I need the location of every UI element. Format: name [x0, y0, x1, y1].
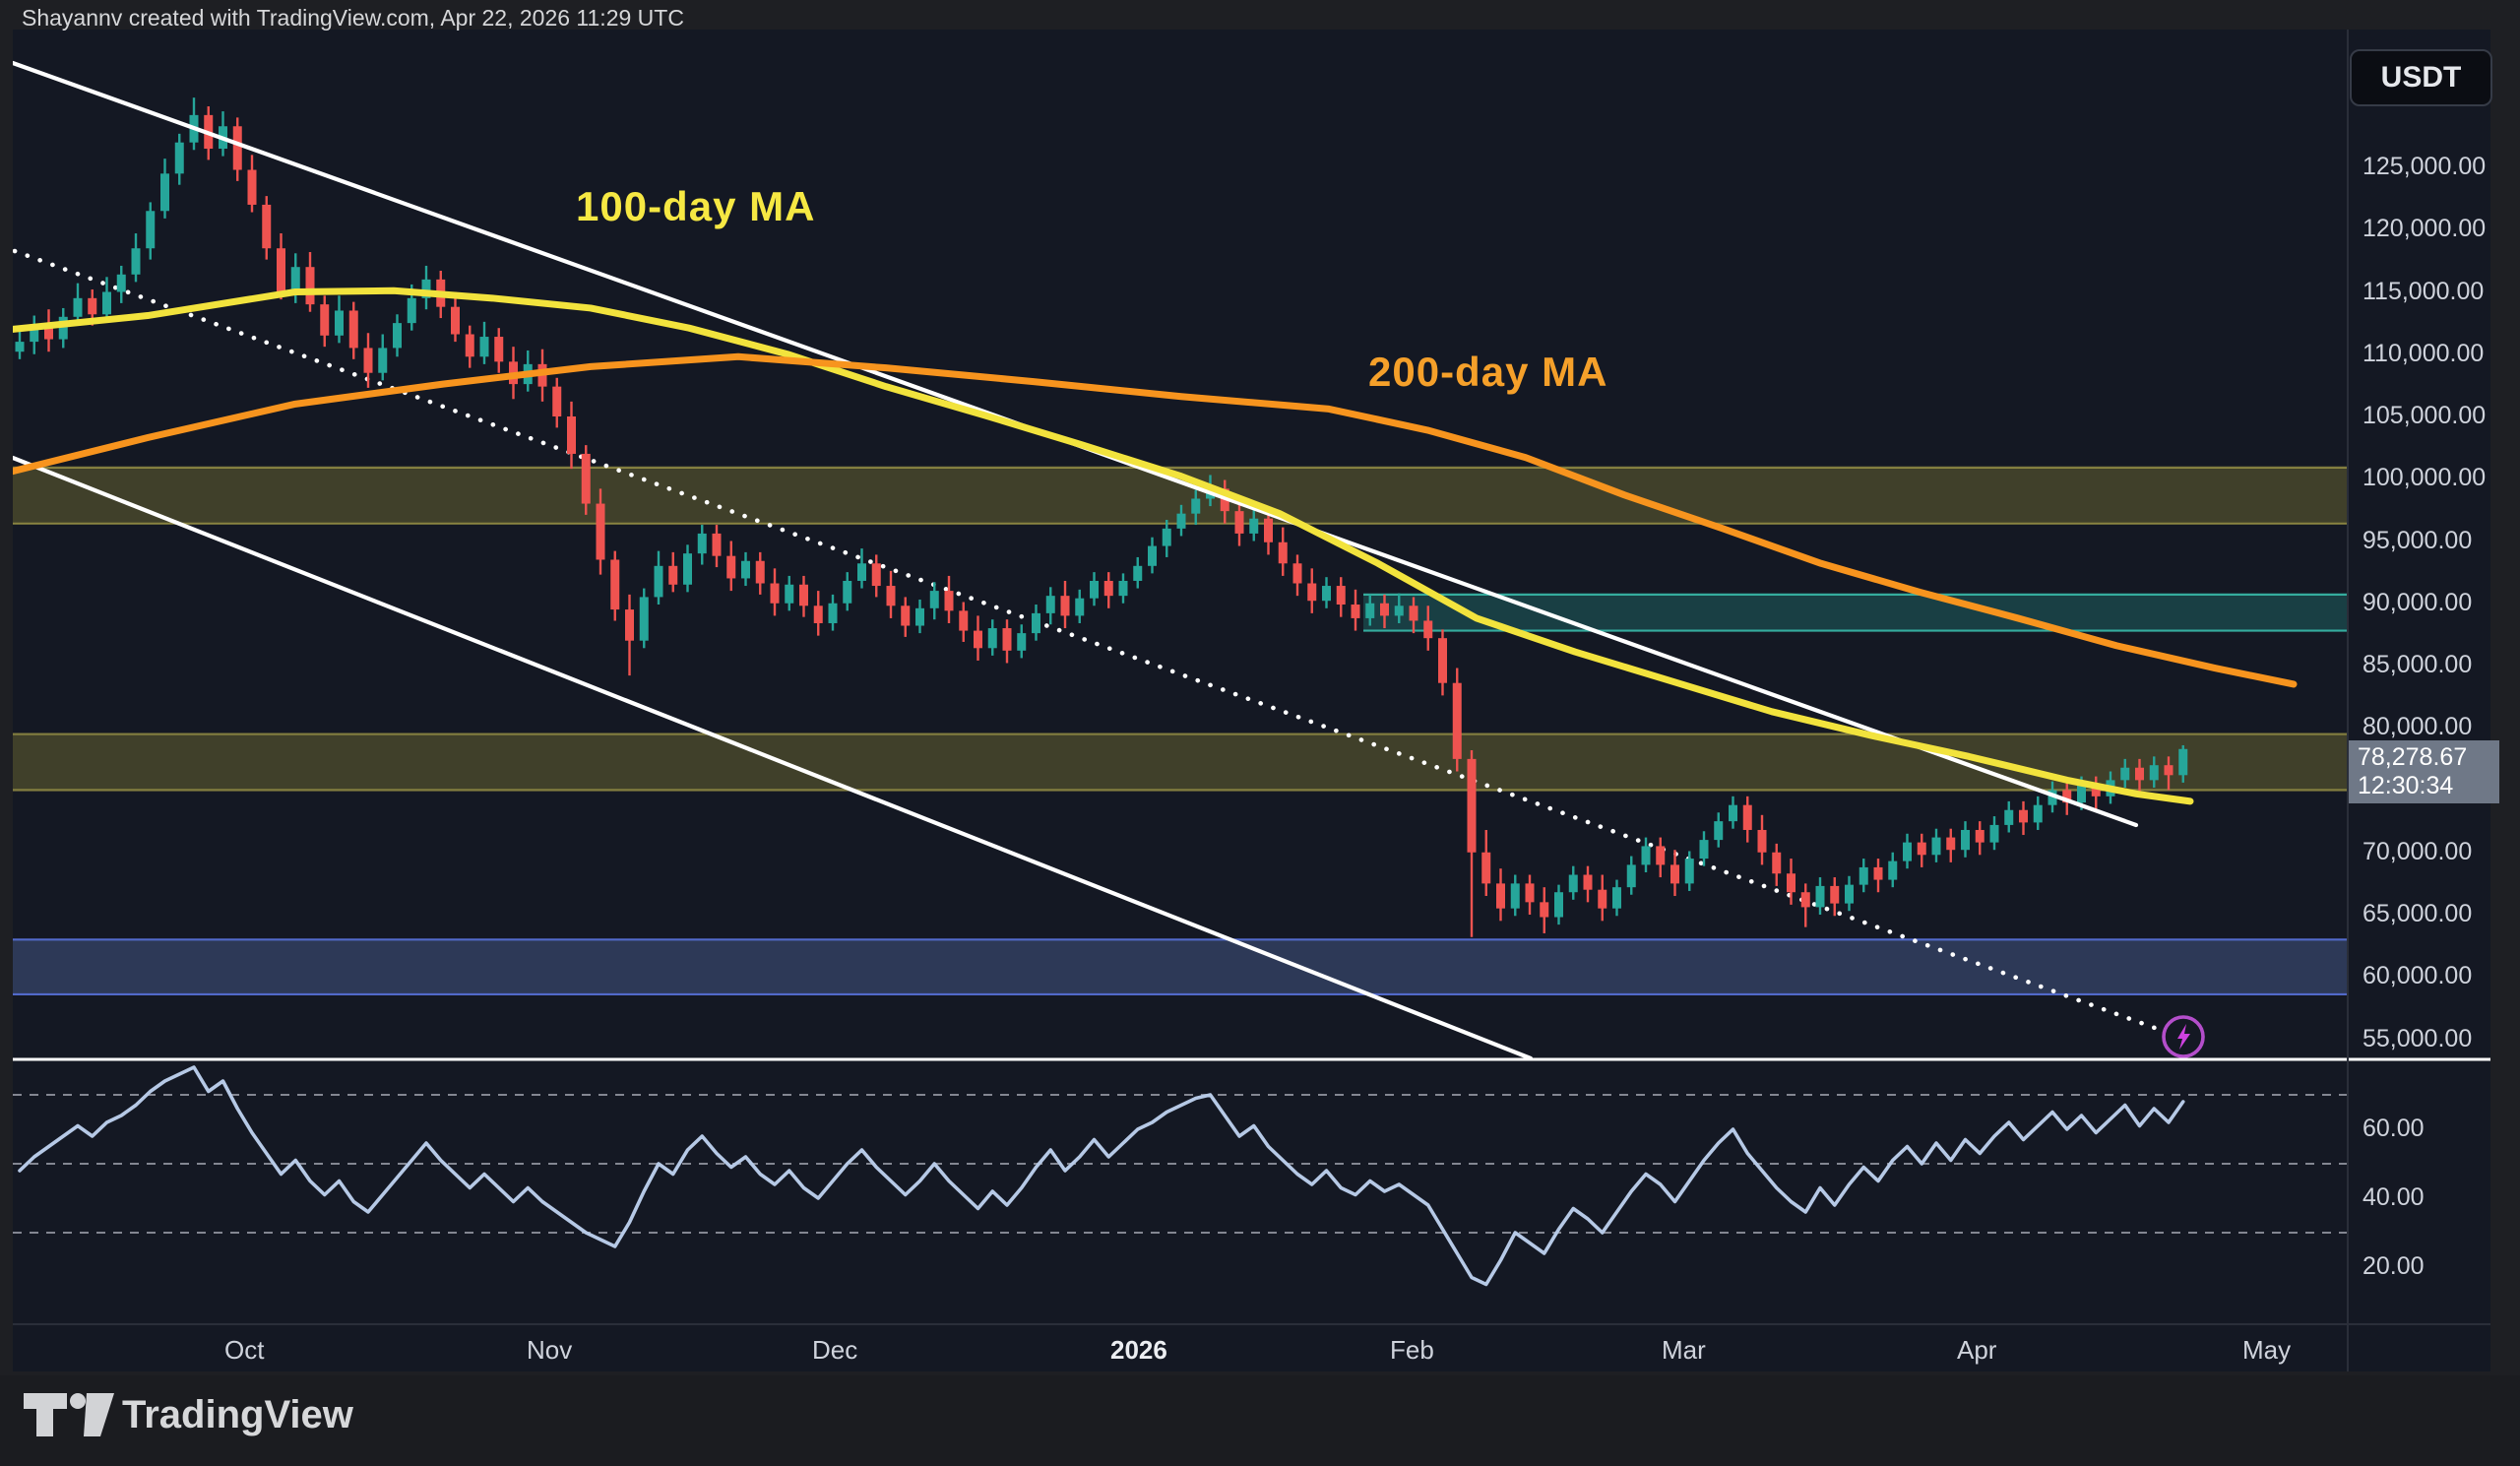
time-tick: Mar: [1662, 1335, 1706, 1366]
price-tick: 95,000.00: [2362, 527, 2472, 555]
price-tick: 85,000.00: [2362, 651, 2472, 679]
chart-attribution: Shayannv created with TradingView.com, A…: [22, 5, 684, 32]
last-price-badge: 78,278.67 12:30:34: [2349, 740, 2499, 803]
ma200-label: 200-day MA: [1368, 349, 1607, 396]
chart-canvas[interactable]: [0, 0, 2520, 1466]
time-tick: Apr: [1957, 1335, 1996, 1366]
price-tick: 55,000.00: [2362, 1025, 2472, 1053]
rsi-tick: 60.00: [2362, 1115, 2425, 1143]
price-tick: 70,000.00: [2362, 838, 2472, 866]
time-tick: Dec: [812, 1335, 857, 1366]
price-tick: 115,000.00: [2362, 278, 2484, 306]
price-tick: 80,000.00: [2362, 713, 2472, 741]
ma100-label: 100-day MA: [576, 183, 815, 230]
footer-bar: TradingView: [0, 1375, 2520, 1466]
rsi-tick: 40.00: [2362, 1183, 2425, 1212]
price-tick: 90,000.00: [2362, 589, 2472, 617]
rsi-tick: 20.00: [2362, 1252, 2425, 1281]
support-zone-blue[interactable]: [13, 939, 2348, 994]
chart-pane-bg: [13, 30, 2490, 1371]
time-tick: May: [2242, 1335, 2291, 1366]
last-price-value: 78,278.67: [2358, 743, 2495, 772]
time-tick: Nov: [527, 1335, 572, 1366]
candle-countdown: 12:30:34: [2358, 772, 2495, 800]
tradingview-brand[interactable]: TradingView: [122, 1393, 353, 1437]
price-tick: 100,000.00: [2362, 464, 2486, 492]
symbol-badge[interactable]: USDT: [2350, 49, 2492, 106]
price-tick: 60,000.00: [2362, 962, 2472, 990]
price-tick: 65,000.00: [2362, 900, 2472, 928]
price-tick: 125,000.00: [2362, 153, 2486, 181]
time-tick: 2026: [1110, 1335, 1167, 1366]
price-tick: 105,000.00: [2362, 402, 2486, 430]
time-tick: Oct: [224, 1335, 264, 1366]
time-tick: Feb: [1390, 1335, 1434, 1366]
price-tick: 110,000.00: [2362, 340, 2484, 368]
price-tick: 120,000.00: [2362, 215, 2486, 243]
